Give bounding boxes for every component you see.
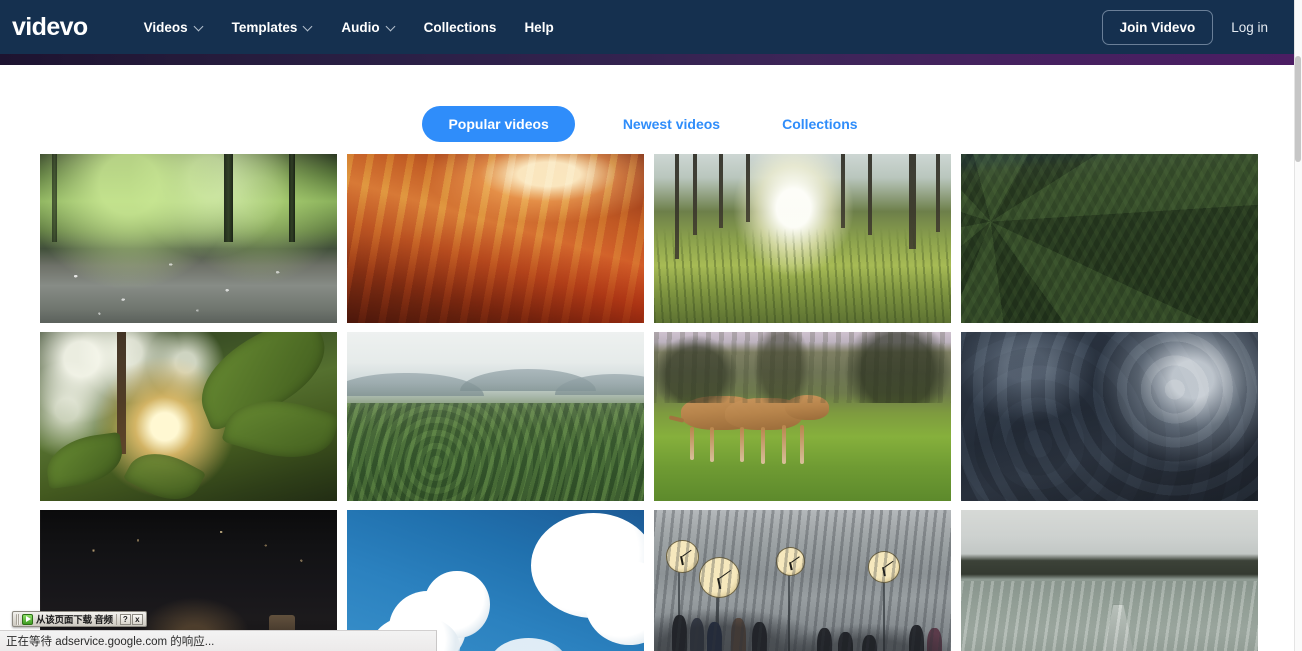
video-thumbnail <box>961 332 1258 501</box>
nav-item-label: Collections <box>423 19 497 35</box>
status-bar-text: 正在等待 adservice.google.com 的响应... <box>6 636 215 648</box>
scrollbar-thumb[interactable] <box>1295 56 1301 162</box>
nav-item-templates[interactable]: Templates <box>218 14 328 41</box>
divider <box>115 613 117 625</box>
nav-item-label: Audio <box>341 19 380 35</box>
site-header: videvo Videos Templates Audio Collection… <box>0 0 1294 54</box>
page-scrollbar[interactable] <box>1294 0 1302 651</box>
header-actions: Join Videvo Log in <box>1101 9 1278 45</box>
video-thumbnail <box>961 154 1258 323</box>
nav-item-videos[interactable]: Videos <box>130 14 218 41</box>
join-videvo-button[interactable]: Join Videvo <box>1101 9 1214 45</box>
nav-item-label: Templates <box>231 19 298 35</box>
close-icon[interactable]: x <box>131 613 143 625</box>
tab-collections[interactable]: Collections <box>768 106 871 142</box>
video-card[interactable] <box>961 332 1258 501</box>
download-helper-popup[interactable]: 从该页面下载 音频 ? x <box>12 611 147 627</box>
video-thumbnail <box>347 332 644 501</box>
nav-item-collections[interactable]: Collections <box>410 14 511 41</box>
main-navigation: Videos Templates Audio Collections Help <box>130 14 568 41</box>
tab-newest-videos[interactable]: Newest videos <box>609 106 734 142</box>
nav-item-label: Videos <box>143 19 188 35</box>
chevron-down-icon <box>387 23 396 32</box>
video-card[interactable] <box>654 154 951 323</box>
accent-strip <box>0 54 1294 65</box>
video-thumbnail-grid <box>40 154 1260 651</box>
video-card[interactable] <box>961 154 1258 323</box>
video-card[interactable] <box>347 154 644 323</box>
video-card[interactable] <box>40 332 337 501</box>
help-button[interactable]: ? <box>119 613 131 625</box>
chevron-down-icon <box>304 23 313 32</box>
login-link[interactable]: Log in <box>1221 12 1278 43</box>
video-thumbnail <box>40 154 337 323</box>
videvo-logo[interactable]: videvo <box>12 14 88 40</box>
chevron-down-icon <box>195 23 204 32</box>
video-card[interactable] <box>40 154 337 323</box>
nav-item-label: Help <box>524 19 554 35</box>
browser-status-bar: 正在等待 adservice.google.com 的响应... <box>0 630 437 651</box>
video-thumbnail <box>654 510 951 651</box>
tab-popular-videos[interactable]: Popular videos <box>422 106 575 142</box>
nav-item-audio[interactable]: Audio <box>327 14 409 41</box>
video-card[interactable] <box>654 510 951 651</box>
play-icon[interactable] <box>22 613 33 625</box>
video-card[interactable] <box>961 510 1258 651</box>
video-thumbnail <box>961 510 1258 651</box>
video-thumbnail <box>347 154 644 323</box>
category-tabs: Popular videos Newest videos Collections <box>0 106 1294 142</box>
video-card[interactable] <box>654 332 951 501</box>
video-thumbnail <box>654 154 951 323</box>
video-thumbnail <box>40 332 337 501</box>
drag-handle-icon[interactable] <box>16 613 20 625</box>
video-card[interactable] <box>347 332 644 501</box>
video-thumbnail <box>654 332 951 501</box>
nav-item-help[interactable]: Help <box>510 14 567 41</box>
browser-page: videvo Videos Templates Audio Collection… <box>0 0 1302 651</box>
download-helper-label: 从该页面下载 音频 <box>36 615 113 626</box>
